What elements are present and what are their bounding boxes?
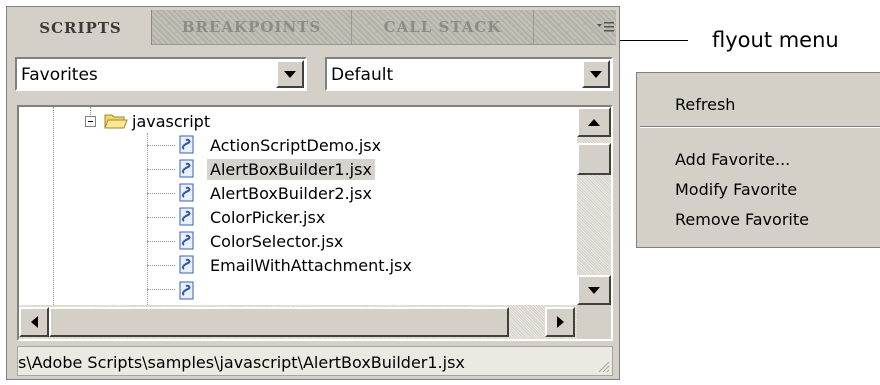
resize-grip-icon[interactable] xyxy=(596,359,610,373)
script-file-icon xyxy=(179,281,194,300)
menu-separator xyxy=(640,126,880,128)
flyout-menu-button[interactable] xyxy=(596,19,616,35)
script-file-icon xyxy=(179,207,194,226)
script-file-icon xyxy=(179,231,194,250)
horizontal-scroll-thumb[interactable] xyxy=(49,307,509,337)
tree-file-item[interactable]: AlertBoxBuilder1.jsx xyxy=(177,157,375,181)
tree-guide-line xyxy=(147,193,175,194)
menu-item-modify-favorite[interactable]: Modify Favorite xyxy=(675,180,797,199)
collapse-icon[interactable] xyxy=(85,115,96,127)
scripts-panel: SCRIPTS BREAKPOINTS CALL STACK Favorites… xyxy=(6,6,620,380)
tab-bar: SCRIPTS BREAKPOINTS CALL STACK xyxy=(10,10,616,45)
favorites-dropdown-value: Favorites xyxy=(21,65,98,85)
tree-guide-line xyxy=(147,145,175,146)
tab-call-stack[interactable]: CALL STACK xyxy=(352,10,534,44)
context-dropdown-button[interactable] xyxy=(582,60,610,88)
scrollbar-corner xyxy=(577,305,611,339)
tree-folder-row[interactable]: javascript xyxy=(85,109,210,133)
tree-file-item-partial[interactable] xyxy=(177,279,197,303)
tree-guide-line xyxy=(147,241,175,242)
vertical-scroll-thumb[interactable] xyxy=(577,143,611,175)
scroll-down-button[interactable] xyxy=(577,275,611,305)
status-path: s\Adobe Scripts\samples\javascript\Alert… xyxy=(18,353,465,372)
tree-file-label: ColorSelector.jsx xyxy=(210,231,344,251)
horizontal-scrollbar[interactable] xyxy=(19,305,577,339)
tree-guide-line xyxy=(147,169,175,170)
tree-file-label: AlertBoxBuilder1.jsx xyxy=(207,158,375,180)
tree-file-label: ColorPicker.jsx xyxy=(210,207,326,227)
tree-file-label: ActionScriptDemo.jsx xyxy=(210,135,382,155)
tree-file-label: AlertBoxBuilder2.jsx xyxy=(210,183,372,203)
flyout-menu: Refresh Add Favorite... Modify Favorite … xyxy=(636,72,880,248)
tree-file-item[interactable]: ColorPicker.jsx xyxy=(177,205,328,229)
scroll-right-button[interactable] xyxy=(545,307,575,337)
tree-guide-line xyxy=(53,107,54,305)
menu-item-refresh[interactable]: Refresh xyxy=(675,95,735,114)
scroll-up-button[interactable] xyxy=(577,107,611,137)
script-tree: javascript ActionScriptDemo.jsx AlertBox… xyxy=(19,107,577,305)
tree-file-item[interactable]: EmailWithAttachment.jsx xyxy=(177,253,415,277)
script-file-icon xyxy=(179,135,194,154)
tree-guide-line xyxy=(147,265,175,266)
script-tree-list[interactable]: javascript ActionScriptDemo.jsx AlertBox… xyxy=(17,105,613,341)
tree-guide-line xyxy=(147,133,148,305)
scroll-left-button[interactable] xyxy=(19,307,49,337)
tree-file-label: EmailWithAttachment.jsx xyxy=(210,255,412,275)
tab-breakpoints[interactable]: BREAKPOINTS xyxy=(152,10,352,44)
callout-label: flyout menu xyxy=(712,28,839,52)
arrow-up-icon xyxy=(588,118,600,126)
favorites-dropdown-button[interactable] xyxy=(276,60,304,88)
flyout-menu-icon xyxy=(597,22,614,32)
tree-guide-line xyxy=(147,289,175,290)
menu-item-remove-favorite[interactable]: Remove Favorite xyxy=(675,210,809,229)
arrow-right-icon xyxy=(556,316,564,328)
tab-scripts[interactable]: SCRIPTS xyxy=(10,10,152,45)
folder-open-icon xyxy=(104,114,128,129)
callout-line xyxy=(620,40,688,41)
chevron-down-icon xyxy=(590,70,602,78)
arrow-left-icon xyxy=(30,316,38,328)
chevron-down-icon xyxy=(284,70,296,78)
context-dropdown-value: Default xyxy=(331,65,394,85)
arrow-down-icon xyxy=(588,286,600,294)
tree-file-item[interactable]: ActionScriptDemo.jsx xyxy=(177,133,384,157)
vertical-scrollbar[interactable] xyxy=(577,107,611,305)
tree-file-item[interactable]: ColorSelector.jsx xyxy=(177,229,346,253)
status-bar: s\Adobe Scripts\samples\javascript\Alert… xyxy=(17,346,613,376)
menu-item-add-favorite[interactable]: Add Favorite... xyxy=(675,150,790,169)
script-file-icon xyxy=(179,159,194,178)
tree-folder-label: javascript xyxy=(132,111,211,131)
favorites-dropdown[interactable]: Favorites xyxy=(15,57,307,91)
tree-guide-line xyxy=(147,217,175,218)
script-file-icon xyxy=(179,255,194,274)
tree-file-item[interactable]: AlertBoxBuilder2.jsx xyxy=(177,181,375,205)
script-file-icon xyxy=(179,183,194,202)
context-dropdown[interactable]: Default xyxy=(325,57,613,91)
